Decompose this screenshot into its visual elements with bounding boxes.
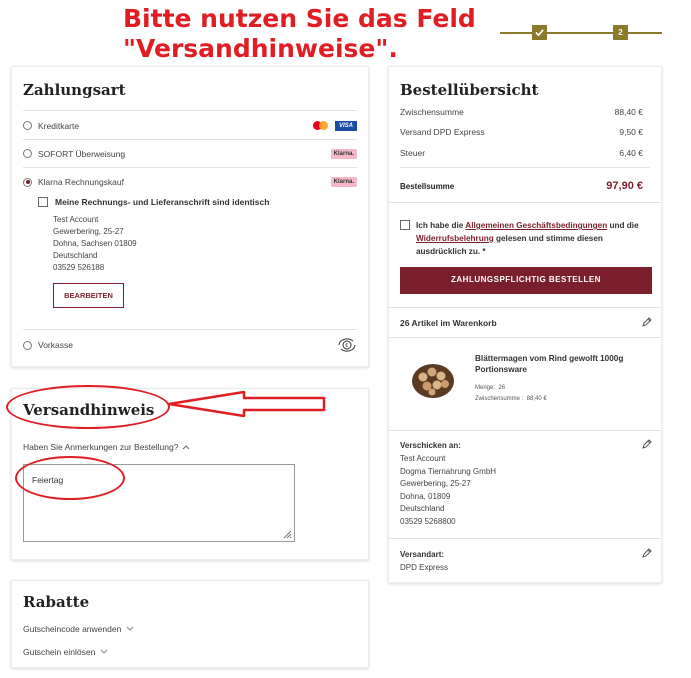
summary-row-label: Zwischensumme: [400, 107, 464, 117]
terms-agb-link[interactable]: Allgemeinen Geschäftsbedingungen: [465, 221, 607, 230]
radio-kreditkarte[interactable]: [23, 121, 32, 130]
summary-row-value: 6,40 €: [619, 148, 643, 158]
summary-row-shipping: Versand DPD Express 9,50 €: [400, 127, 643, 137]
summary-title: Bestellübersicht: [400, 81, 539, 99]
billing-address: Test Account Gewerbering, 25-27 Dohna, S…: [53, 214, 137, 274]
summary-total-label: Bestellsumme: [400, 182, 455, 191]
discounts-title: Rabatte: [23, 593, 90, 611]
payment-option-klarna-rechnung[interactable]: Klarna Rechnungskauf Klarna.: [23, 168, 357, 196]
annotation-text: Bitte nutzen Sie das Feld "Versandhinwei…: [123, 4, 476, 64]
payment-option-sofort[interactable]: SOFORT Überweisung Klarna.: [23, 140, 357, 168]
payment-card: Zahlungsart Kreditkarte VISA SOFORT Über…: [11, 66, 369, 367]
step-1-check-icon[interactable]: [532, 25, 547, 40]
chevron-down-icon: [126, 626, 134, 631]
address-line: 03529 526188: [53, 263, 105, 272]
payment-option-label: SOFORT Überweisung: [38, 148, 126, 159]
voucher-toggle-label: Gutschein einlösen: [23, 647, 96, 657]
product-image: [412, 364, 454, 398]
coupon-toggle-label: Gutscheincode anwenden: [23, 624, 122, 634]
same-address-checkbox-row[interactable]: Meine Rechnungs- und Lieferanschrift sin…: [38, 197, 269, 207]
annotation-ellipse-textarea: [15, 456, 125, 500]
address-line: Dohna, 01809: [400, 491, 451, 501]
prepayment-icon: €: [338, 338, 356, 352]
edit-address-button[interactable]: BEARBEITEN: [53, 283, 124, 308]
shipping-note-toggle[interactable]: Haben Sie Anmerkungen zur Bestellung?: [23, 442, 190, 452]
payment-option-label: Vorkasse: [38, 340, 73, 350]
terms-text: Ich habe die Allgemeinen Geschäftsbeding…: [416, 221, 639, 256]
summary-row-value: 9,50 €: [619, 127, 643, 137]
chevron-down-icon: [100, 649, 108, 654]
edit-ship-to-pencil-icon[interactable]: [641, 438, 653, 450]
annotation-ellipse-title: [6, 385, 170, 429]
ship-to-address: Test Account Dogma Tiernahrung GmbH Gewe…: [400, 453, 496, 528]
checkout-progress: 2: [500, 22, 662, 44]
product-subtotal: Zwischensumme : 88,40 €: [475, 396, 547, 402]
chevron-up-icon: [183, 445, 190, 450]
summary-row-label: Steuer: [400, 148, 426, 158]
payment-option-kreditkarte[interactable]: Kreditkarte VISA: [23, 112, 357, 140]
summary-row-tax: Steuer 6,40 €: [400, 148, 643, 158]
annotation-line-2: "Versandhinweise".: [123, 34, 398, 63]
address-line: Gewerbering, 25-27: [400, 479, 471, 488]
summary-row-value: 88,40 €: [614, 107, 643, 117]
product-name[interactable]: Blättermagen vom Rind gewolft 1000g Port…: [475, 353, 645, 375]
klarna-icon: Klarna.: [330, 177, 357, 187]
cart-count[interactable]: 26 Artikel im Warenkorb: [400, 318, 497, 328]
shipping-note-toggle-label: Haben Sie Anmerkungen zur Bestellung?: [23, 442, 179, 452]
payment-option-vorkasse[interactable]: Vorkasse €: [23, 333, 357, 357]
klarna-icon: Klarna.: [330, 148, 357, 159]
annotation-line-1: Bitte nutzen Sie das Feld: [123, 4, 476, 33]
ship-method-value: DPD Express: [400, 563, 449, 572]
address-line: 03529 5268800: [400, 516, 456, 526]
resize-handle-icon[interactable]: [282, 529, 292, 539]
address-line: Deutschland: [53, 251, 98, 260]
ship-method-label: Versandart:: [400, 550, 445, 559]
same-address-label: Meine Rechnungs- und Lieferanschrift sin…: [55, 197, 270, 207]
terms-checkbox[interactable]: [400, 220, 410, 230]
ship-to-label: Verschicken an:: [400, 441, 461, 450]
order-summary-card: Bestellübersicht Zwischensumme 88,40 € V…: [388, 66, 662, 583]
edit-cart-pencil-icon[interactable]: [641, 316, 653, 328]
same-address-checkbox[interactable]: [38, 197, 48, 207]
summary-row-label: Versand DPD Express: [400, 127, 485, 137]
terms-widerruf-link[interactable]: Widerrufsbelehrung: [416, 234, 494, 243]
edit-ship-method-pencil-icon[interactable]: [641, 547, 653, 559]
summary-total-row: Bestellsumme 97,90 €: [400, 180, 643, 192]
address-line: Test Account: [53, 215, 99, 224]
address-line: Dohna, Sachsen 01809: [53, 239, 137, 248]
product-qty: Menge: 26: [475, 385, 506, 391]
visa-icon: VISA: [334, 120, 357, 131]
radio-sofort[interactable]: [23, 149, 32, 158]
place-order-button[interactable]: ZAHLUNGSPFLICHTIG BESTELLEN: [400, 267, 652, 294]
summary-total-value: 97,90 €: [606, 180, 643, 192]
address-line: Deutschland: [400, 504, 445, 513]
payment-option-label: Klarna Rechnungskauf: [38, 177, 125, 187]
step-2[interactable]: 2: [613, 25, 628, 40]
svg-text:€: €: [345, 343, 348, 349]
radio-klarna-rechnung[interactable]: [23, 177, 32, 187]
payment-title: Zahlungsart: [23, 81, 126, 99]
annotation-arrow-icon: [167, 391, 326, 417]
radio-vorkasse[interactable]: [23, 340, 32, 350]
address-line: Dogma Tiernahrung GmbH: [400, 466, 497, 476]
voucher-toggle[interactable]: Gutschein einlösen: [23, 647, 108, 657]
coupon-toggle[interactable]: Gutscheincode anwenden: [23, 624, 134, 634]
address-line: Gewerbering, 25-27: [53, 227, 124, 236]
address-line: Test Account: [400, 454, 446, 463]
summary-row-subtotal: Zwischensumme 88,40 €: [400, 107, 643, 117]
terms-row: Ich habe die Allgemeinen Geschäftsbeding…: [400, 219, 650, 258]
mastercard-icon: [312, 120, 329, 131]
discounts-card: Rabatte Gutscheincode anwenden Gutschein…: [11, 580, 369, 668]
payment-option-label: Kreditkarte: [38, 120, 80, 131]
